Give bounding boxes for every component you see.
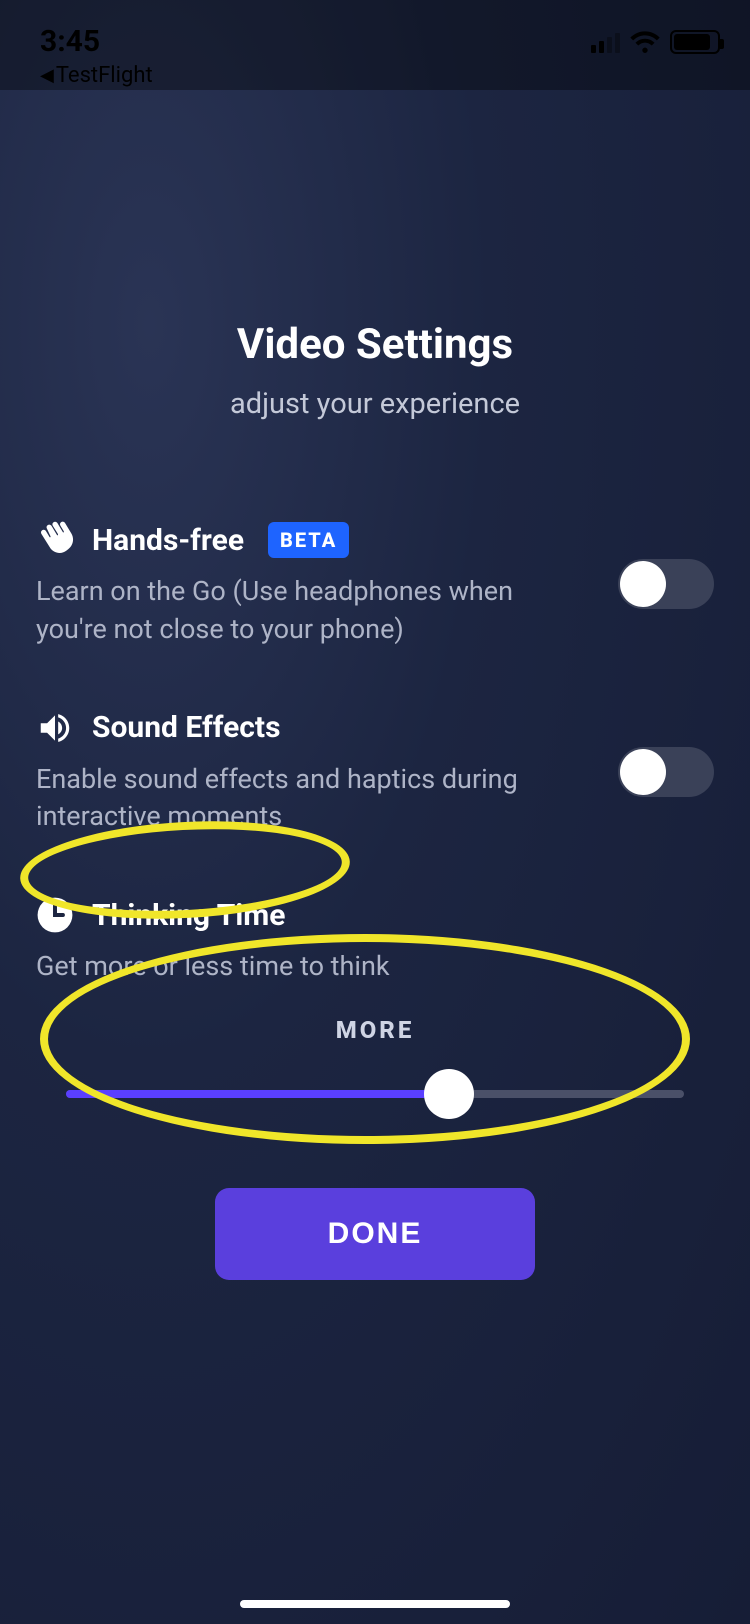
sound-toggle[interactable] — [618, 747, 714, 797]
setting-thinking-time: Thinking Time Get more or less time to t… — [36, 896, 714, 1098]
page-subtitle: adjust your experience — [36, 387, 714, 421]
thinking-time-slider[interactable] — [66, 1090, 684, 1098]
handsfree-toggle[interactable] — [618, 559, 714, 609]
done-button[interactable]: DONE — [215, 1188, 535, 1280]
speaker-icon — [36, 709, 74, 747]
clock-icon — [36, 896, 74, 934]
wave-hand-icon — [36, 521, 74, 559]
sound-desc: Enable sound effects and haptics during … — [36, 761, 556, 837]
thinking-title: Thinking Time — [92, 898, 285, 933]
beta-badge: BETA — [268, 522, 349, 558]
thinking-desc: Get more or less time to think — [36, 948, 556, 986]
setting-sound-effects: Sound Effects Enable sound effects and h… — [36, 709, 714, 837]
slider-label: MORE — [66, 1016, 684, 1044]
home-indicator[interactable] — [240, 1600, 510, 1608]
sound-title: Sound Effects — [92, 710, 281, 745]
page-title: Video Settings — [36, 320, 714, 369]
setting-handsfree: Hands-free BETA Learn on the Go (Use hea… — [36, 521, 714, 649]
handsfree-title: Hands-free — [92, 523, 244, 558]
settings-screen: Video Settings adjust your experience Ha… — [0, 0, 750, 1624]
slider-knob[interactable] — [424, 1069, 474, 1119]
handsfree-desc: Learn on the Go (Use headphones when you… — [36, 573, 556, 649]
